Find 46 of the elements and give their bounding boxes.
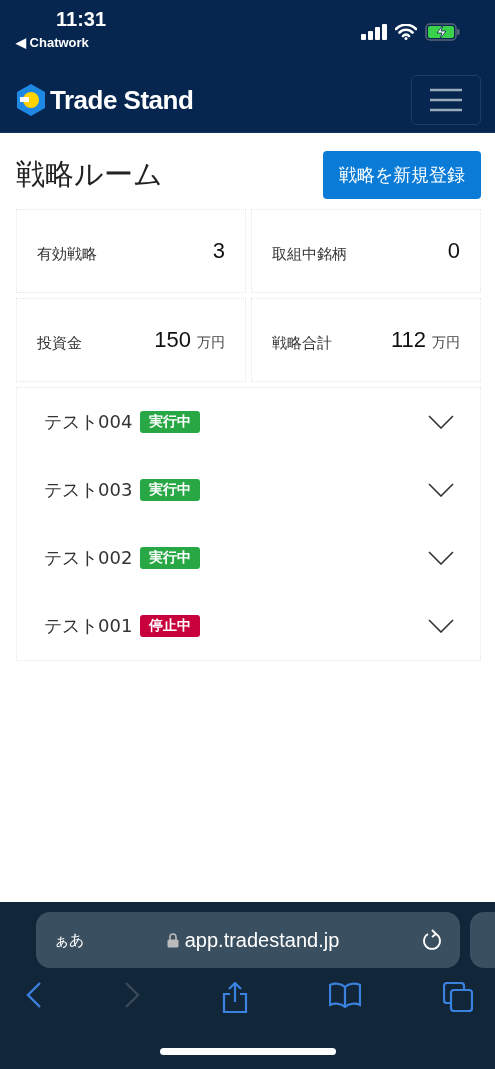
- menu-button[interactable]: [411, 75, 481, 125]
- back-to-app-link[interactable]: ◀ Chatwork: [16, 35, 107, 50]
- status-badge: 実行中: [140, 547, 201, 569]
- share-icon[interactable]: [221, 982, 248, 1014]
- stat-value: 112: [390, 327, 426, 353]
- stat-unit: 万円: [197, 334, 225, 352]
- stat-value: 150: [154, 327, 191, 353]
- strategy-row[interactable]: テスト004 実行中: [17, 388, 480, 456]
- tabs-icon[interactable]: [443, 982, 473, 1012]
- stat-value: 0: [447, 238, 460, 264]
- new-strategy-button[interactable]: 戦略を新規登録: [323, 151, 481, 199]
- chevron-down-icon[interactable]: [428, 551, 454, 565]
- clock: 11:31: [56, 8, 107, 31]
- strategy-name: テスト001: [44, 614, 133, 638]
- lock-icon: [166, 932, 179, 948]
- book-icon[interactable]: [329, 982, 362, 1008]
- menu-icon: [430, 88, 462, 112]
- chevron-down-icon[interactable]: [428, 483, 454, 497]
- reload-icon[interactable]: [422, 929, 442, 951]
- text-size-button[interactable]: ぁあ: [54, 930, 84, 950]
- strategy-row[interactable]: テスト002 実行中: [17, 524, 480, 592]
- strategy-row[interactable]: テスト003 実行中: [17, 456, 480, 524]
- address-bar[interactable]: ぁあ app.tradestand.jp: [36, 912, 460, 968]
- chevron-down-icon[interactable]: [428, 415, 454, 429]
- stat-value: 3: [212, 238, 225, 264]
- stat-unit: 万円: [432, 334, 460, 352]
- strategy-name: テスト004: [44, 410, 133, 434]
- stat-label: 取組中銘柄: [272, 244, 347, 264]
- back-icon[interactable]: [26, 982, 42, 1008]
- status-badge: 停止中: [140, 615, 201, 637]
- page-title: 戦略ルーム: [16, 156, 163, 193]
- status-badge: 実行中: [140, 411, 201, 433]
- url-text: app.tradestand.jp: [184, 928, 340, 952]
- stat-label: 投資金: [37, 333, 82, 353]
- chevron-down-icon[interactable]: [428, 619, 454, 633]
- stat-label: 戦略合計: [272, 333, 332, 353]
- wifi-icon: [395, 24, 417, 40]
- stat-label: 有効戦略: [37, 244, 97, 264]
- brand-name: Trade Stand: [50, 84, 194, 116]
- status-badge: 実行中: [140, 479, 201, 501]
- strategy-row[interactable]: テスト001 停止中: [17, 592, 480, 660]
- signal-icon: [361, 24, 387, 40]
- strategy-name: テスト002: [44, 546, 133, 570]
- strategy-name: テスト003: [44, 478, 133, 502]
- logo-icon: [16, 83, 46, 117]
- battery-icon: [425, 23, 461, 41]
